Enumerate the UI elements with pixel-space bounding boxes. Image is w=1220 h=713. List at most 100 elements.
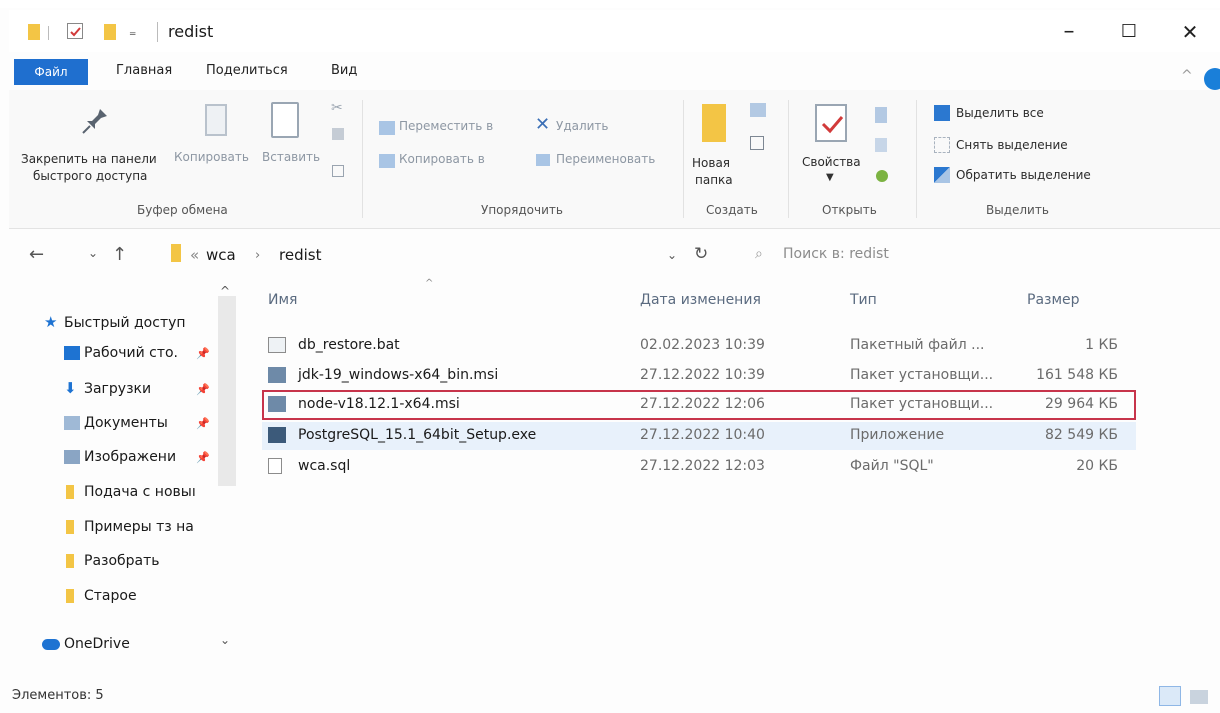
move-to-button[interactable]: Переместить в xyxy=(399,119,493,133)
customize-quick-access-dropdown-icon[interactable]: ₌ xyxy=(129,24,136,40)
nav-item-desktop[interactable]: Рабочий сто. 📌 xyxy=(64,342,210,364)
recent-locations-dropdown-icon[interactable]: ⌄ xyxy=(88,246,98,260)
window-title: redist xyxy=(168,22,214,41)
copy-to-button[interactable]: Копировать в xyxy=(399,152,485,166)
properties-icon xyxy=(815,104,847,142)
organize-group-label: Упорядочить xyxy=(481,203,563,217)
nav-item-folder[interactable]: Подача с новыı xyxy=(66,481,196,503)
folder-icon xyxy=(28,24,40,40)
maximize-button[interactable]: ☐ xyxy=(1107,14,1151,50)
column-header-type[interactable]: Тип xyxy=(850,292,877,308)
new-item-icon[interactable] xyxy=(750,103,766,117)
divider xyxy=(48,26,49,40)
history-icon[interactable] xyxy=(876,170,888,182)
download-icon: ⬇ xyxy=(64,379,77,397)
move-to-icon xyxy=(379,121,395,135)
search-input[interactable]: Поиск в: redist xyxy=(783,246,889,262)
column-header-name[interactable]: Имя xyxy=(268,292,297,308)
edit-icon[interactable] xyxy=(875,138,887,152)
folder-icon xyxy=(171,244,181,262)
new-folder-line2: папка xyxy=(695,173,733,187)
pinned-icon: 📌 xyxy=(196,451,210,464)
details-view-icon[interactable] xyxy=(1159,686,1181,706)
table-row[interactable]: jdk-19_windows-x64_bin.msi 27.12.2022 10… xyxy=(258,364,1138,388)
column-header-size[interactable]: Размер xyxy=(1027,292,1080,308)
select-none-icon xyxy=(934,137,950,153)
open-icon[interactable] xyxy=(875,107,887,123)
text-file-icon xyxy=(268,458,282,474)
breadcrumb-wca[interactable]: wca xyxy=(206,246,236,264)
copy-to-icon xyxy=(379,154,395,168)
paste-shortcut-icon[interactable] xyxy=(332,165,344,177)
refresh-icon[interactable]: ↻ xyxy=(694,244,708,264)
tab-view[interactable]: Вид xyxy=(331,63,357,78)
pin-to-quick-access-line2: быстрого доступа xyxy=(33,169,148,183)
divider xyxy=(157,22,158,42)
nav-item-folder[interactable]: Разобрать xyxy=(66,550,160,572)
table-row[interactable]: PostgreSQL_15.1_64bit_Setup.exe 27.12.20… xyxy=(258,424,1138,448)
folder-icon xyxy=(66,589,74,603)
nav-item-quick-access[interactable]: ★ Быстрый доступ xyxy=(44,312,186,334)
new-folder-button[interactable]: Новая xyxy=(692,156,730,170)
rename-button[interactable]: Переименовать xyxy=(556,152,655,166)
search-icon: ⌕ xyxy=(755,246,763,262)
new-folder-icon[interactable] xyxy=(104,24,116,40)
invert-selection-button[interactable]: Обратить выделение xyxy=(956,168,1091,182)
nav-item-documents[interactable]: Документы 📌 xyxy=(64,412,210,434)
open-group-label: Открыть xyxy=(822,203,877,217)
back-button[interactable]: ← xyxy=(29,244,44,265)
new-folder-icon xyxy=(702,104,726,142)
rename-icon xyxy=(536,154,550,166)
folder-icon xyxy=(66,554,74,568)
divider xyxy=(683,100,684,218)
properties-button[interactable]: Свойства xyxy=(802,155,861,169)
properties-dropdown-icon[interactable]: ▼ xyxy=(826,172,834,183)
select-all-icon xyxy=(934,105,950,121)
help-icon[interactable] xyxy=(1204,68,1220,90)
nav-item-folder[interactable]: Старое xyxy=(66,585,137,607)
up-button[interactable]: ↑ xyxy=(112,244,127,265)
address-dropdown-icon[interactable]: ⌄ xyxy=(667,248,677,262)
minimize-button[interactable]: – xyxy=(1047,14,1091,50)
desktop-icon xyxy=(64,346,80,360)
exe-app-icon xyxy=(268,427,286,443)
nav-item-pictures[interactable]: Изображени 📌 xyxy=(64,446,210,468)
create-group-label: Создать xyxy=(706,203,758,217)
pinned-icon: 📌 xyxy=(196,383,210,396)
nav-scrollbar[interactable] xyxy=(218,296,236,486)
tab-share[interactable]: Поделиться xyxy=(206,63,288,78)
pin-icon xyxy=(80,106,110,140)
ribbon-collapse-icon[interactable]: ^ xyxy=(1181,68,1193,84)
copy-icon xyxy=(205,104,227,136)
table-row[interactable]: wca.sql 27.12.2022 12:03 Файл "SQL" 20 К… xyxy=(258,455,1138,479)
sort-indicator-icon: ^ xyxy=(425,278,434,289)
documents-icon xyxy=(64,416,80,430)
delete-icon: ✕ xyxy=(535,114,551,135)
tab-home[interactable]: Главная xyxy=(116,63,172,78)
properties-icon[interactable] xyxy=(67,23,83,39)
nav-item-downloads[interactable]: ⬇ Загрузки 📌 xyxy=(64,378,210,400)
column-header-date[interactable]: Дата изменения xyxy=(640,292,761,308)
invert-selection-icon xyxy=(934,167,950,183)
paste-button[interactable]: Вставить xyxy=(262,150,320,164)
copy-button[interactable]: Копировать xyxy=(174,150,249,164)
delete-button[interactable]: Удалить xyxy=(556,119,609,133)
copy-path-icon[interactable] xyxy=(332,128,344,140)
select-all-button[interactable]: Выделить все xyxy=(956,106,1044,120)
cloud-icon xyxy=(42,639,60,650)
pin-to-quick-access-button[interactable]: Закрепить на панели xyxy=(21,152,157,166)
table-row[interactable]: db_restore.bat 02.02.2023 10:39 Пакетный… xyxy=(258,334,1138,358)
status-item-count: Элементов: 5 xyxy=(12,688,104,703)
close-button[interactable]: ✕ xyxy=(1168,14,1212,50)
nav-item-onedrive[interactable]: OneDrive xyxy=(42,633,130,655)
nav-scroll-down-icon[interactable]: ⌄ xyxy=(220,633,230,647)
easy-access-icon[interactable] xyxy=(750,136,764,150)
large-icons-view-icon[interactable] xyxy=(1190,690,1208,704)
breadcrumb-overflow[interactable]: « xyxy=(190,246,199,264)
cut-icon[interactable]: ✂ xyxy=(331,100,343,116)
select-none-button[interactable]: Снять выделение xyxy=(956,138,1068,152)
breadcrumb-redist[interactable]: redist xyxy=(279,246,321,264)
pictures-icon xyxy=(64,450,80,464)
tab-file[interactable]: Файл xyxy=(14,59,88,85)
nav-item-folder[interactable]: Примеры тз на xyxy=(66,516,194,538)
